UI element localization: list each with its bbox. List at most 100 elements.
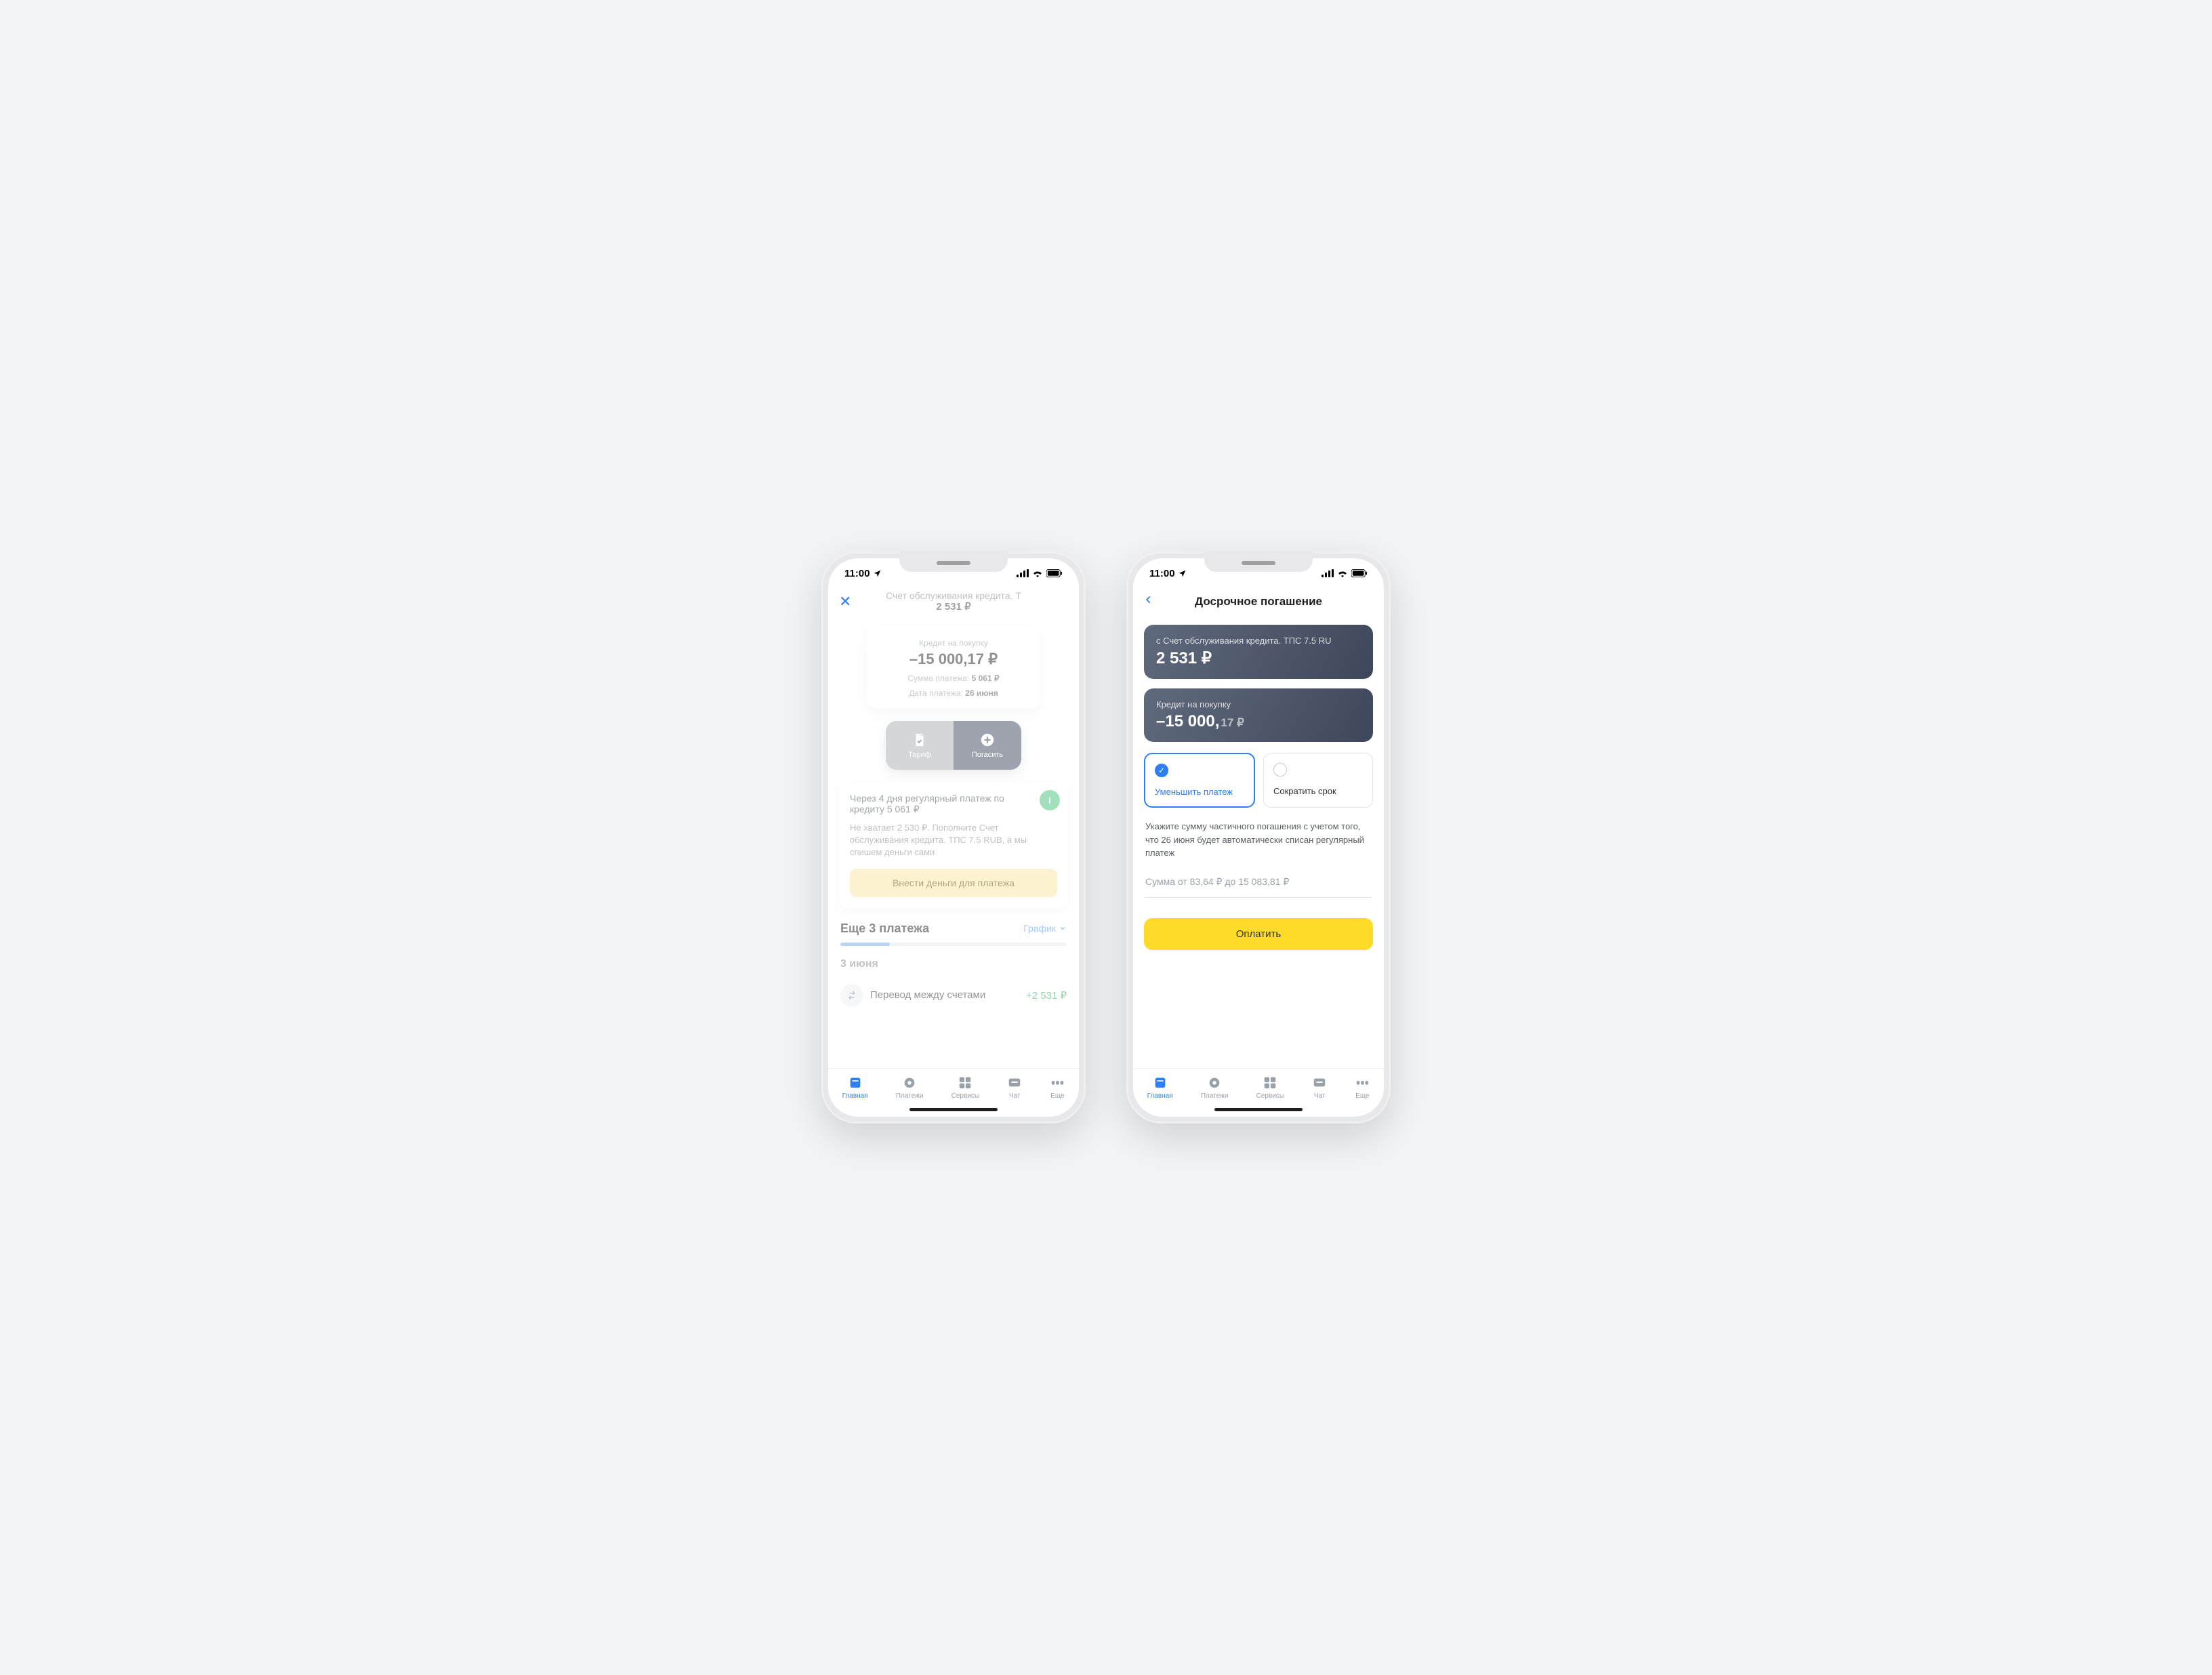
chat-icon bbox=[1312, 1075, 1327, 1090]
tab-label: Еще bbox=[1355, 1092, 1369, 1100]
tab-label: Чат bbox=[1009, 1092, 1021, 1100]
status-bar: 11:00 bbox=[828, 558, 1079, 588]
sum-label: Сумма платежа: bbox=[907, 674, 969, 683]
pay-button[interactable]: Оплатить bbox=[1144, 918, 1373, 950]
amount-placeholder: Сумма от 83,64 ₽ до 15 083,81 ₽ bbox=[1145, 876, 1289, 887]
tab-more[interactable]: Еще bbox=[1355, 1075, 1370, 1100]
payments-icon bbox=[902, 1075, 917, 1090]
nav-subtitle: Счет обслуживания кредита. Т bbox=[886, 590, 1021, 601]
tab-chat[interactable]: Чат bbox=[1312, 1075, 1327, 1100]
status-time: 11:00 bbox=[1149, 568, 1175, 579]
tab-bar: Главная Платежи Сервисы Чат Еще bbox=[828, 1068, 1079, 1117]
schedule-label: График bbox=[1023, 923, 1056, 934]
credit-amount: –15 000,17 ₽ bbox=[1156, 712, 1361, 731]
tab-label: Главная bbox=[842, 1092, 868, 1100]
payments-left-title: Еще 3 платежа bbox=[840, 922, 929, 936]
chevron-down-icon bbox=[1059, 924, 1067, 932]
tab-bar: Главная Платежи Сервисы Чат Еще bbox=[1133, 1068, 1384, 1117]
services-icon bbox=[958, 1075, 972, 1090]
tab-home[interactable]: Главная bbox=[842, 1075, 868, 1100]
tab-label: Платежи bbox=[896, 1092, 924, 1100]
home-icon bbox=[1153, 1075, 1168, 1090]
tab-payments[interactable]: Платежи bbox=[896, 1075, 924, 1100]
wifi-icon bbox=[1032, 569, 1043, 577]
credit-account-card[interactable]: Кредит на покупку –15 000,17 ₽ bbox=[1144, 688, 1373, 742]
location-icon bbox=[873, 569, 882, 578]
option-label: Уменьшить платеж bbox=[1155, 787, 1244, 797]
option-label: Сократить срок bbox=[1273, 786, 1363, 796]
amount-int: –15 000, bbox=[1156, 712, 1219, 731]
status-time: 11:00 bbox=[844, 568, 870, 579]
schedule-link[interactable]: График bbox=[1023, 923, 1067, 934]
notice-line2: Не хватает 2 530 ₽. Пополните Счет обслу… bbox=[850, 822, 1057, 859]
tab-label: Сервисы bbox=[1256, 1092, 1284, 1100]
date-value: 26 июня bbox=[965, 688, 998, 698]
battery-icon bbox=[1351, 569, 1368, 577]
nav-bar: Досрочное погашение bbox=[1133, 588, 1384, 615]
wifi-icon bbox=[1337, 569, 1348, 577]
credit-title: Кредит на покупку bbox=[1156, 699, 1361, 709]
tx-amount: +2 531 ₽ bbox=[1026, 989, 1067, 1001]
more-icon bbox=[1355, 1075, 1370, 1090]
tab-chat[interactable]: Чат bbox=[1007, 1075, 1022, 1100]
credit-balance: –15 000,17 ₽ bbox=[879, 650, 1029, 668]
signal-icon bbox=[1322, 569, 1334, 577]
tab-home[interactable]: Главная bbox=[1147, 1075, 1173, 1100]
deposit-button[interactable]: Внести деньги для платежа bbox=[850, 869, 1057, 897]
tab-label: Еще bbox=[1050, 1092, 1064, 1100]
nav-amount: 2 531 ₽ bbox=[828, 601, 1079, 613]
notice-panel: Через 4 дня регулярный платеж по кредиту… bbox=[839, 782, 1068, 908]
tab-label: Платежи bbox=[1201, 1092, 1229, 1100]
transaction-row[interactable]: Перевод между счетами +2 531 ₽ bbox=[839, 977, 1068, 1014]
tab-more[interactable]: Еще bbox=[1050, 1075, 1065, 1100]
signal-icon bbox=[1017, 569, 1029, 577]
battery-icon bbox=[1046, 569, 1063, 577]
close-icon[interactable]: ✕ bbox=[839, 593, 851, 611]
amount-frac: 17 ₽ bbox=[1221, 716, 1244, 730]
check-icon: ✓ bbox=[1155, 764, 1168, 777]
tab-label: Сервисы bbox=[951, 1092, 979, 1100]
option-reduce-term[interactable]: Сократить срок bbox=[1263, 753, 1373, 808]
services-icon bbox=[1263, 1075, 1277, 1090]
source-title: с Счет обслуживания кредита. ТПС 7.5 RU bbox=[1156, 636, 1361, 646]
repay-option-row: ✓ Уменьшить платеж Сократить срок bbox=[1144, 753, 1373, 808]
date-label: Дата платежа: bbox=[909, 688, 963, 698]
payments-icon bbox=[1207, 1075, 1222, 1090]
back-icon[interactable] bbox=[1144, 593, 1153, 611]
action-segment: Тариф Погасить bbox=[886, 721, 1021, 770]
home-indicator bbox=[909, 1108, 998, 1111]
progress-bar bbox=[840, 943, 1067, 946]
source-account-card[interactable]: с Счет обслуживания кредита. ТПС 7.5 RU … bbox=[1144, 625, 1373, 679]
tab-label: Чат bbox=[1314, 1092, 1326, 1100]
chat-icon bbox=[1007, 1075, 1022, 1090]
info-icon[interactable]: i bbox=[1040, 790, 1060, 810]
phone-mock-left: 11:00 ✕ Счет обслуживания кредита. Т 2 5… bbox=[821, 552, 1086, 1123]
amount-input[interactable]: Сумма от 83,64 ₽ до 15 083,81 ₽ bbox=[1145, 876, 1372, 898]
tab-services[interactable]: Сервисы bbox=[1256, 1075, 1284, 1100]
transfer-icon bbox=[840, 984, 863, 1007]
sum-value: 5 061 ₽ bbox=[972, 674, 1000, 683]
home-indicator bbox=[1214, 1108, 1303, 1111]
status-bar: 11:00 bbox=[1133, 558, 1384, 588]
repay-button[interactable]: Погасить bbox=[954, 721, 1021, 770]
option-reduce-payment[interactable]: ✓ Уменьшить платеж bbox=[1144, 753, 1255, 808]
hint-text: Укажите сумму частичного погашения с уче… bbox=[1145, 820, 1372, 860]
credit-summary-card[interactable]: Кредит на покупку –15 000,17 ₽ Сумма пла… bbox=[867, 626, 1041, 709]
notice-line1: Через 4 дня регулярный платеж по кредиту… bbox=[850, 793, 1004, 814]
tab-label: Главная bbox=[1147, 1092, 1173, 1100]
phone-mock-right: 11:00 Досрочное погашение с Счет обслужи… bbox=[1126, 552, 1391, 1123]
tab-services[interactable]: Сервисы bbox=[951, 1075, 979, 1100]
page-title: Досрочное погашение bbox=[1133, 595, 1384, 608]
tab-payments[interactable]: Платежи bbox=[1201, 1075, 1229, 1100]
radio-icon bbox=[1273, 763, 1287, 777]
tx-name: Перевод между счетами bbox=[870, 989, 985, 1001]
tariff-label: Тариф bbox=[908, 751, 931, 759]
credit-label: Кредит на покупку bbox=[879, 638, 1029, 648]
more-icon bbox=[1050, 1075, 1065, 1090]
nav-bar: ✕ Счет обслуживания кредита. Т 2 531 ₽ bbox=[828, 588, 1079, 615]
tariff-button[interactable]: Тариф bbox=[886, 721, 954, 770]
location-icon bbox=[1178, 569, 1187, 578]
date-heading: 3 июня bbox=[840, 958, 1067, 970]
source-amount: 2 531 ₽ bbox=[1156, 648, 1361, 668]
document-icon bbox=[912, 732, 927, 747]
